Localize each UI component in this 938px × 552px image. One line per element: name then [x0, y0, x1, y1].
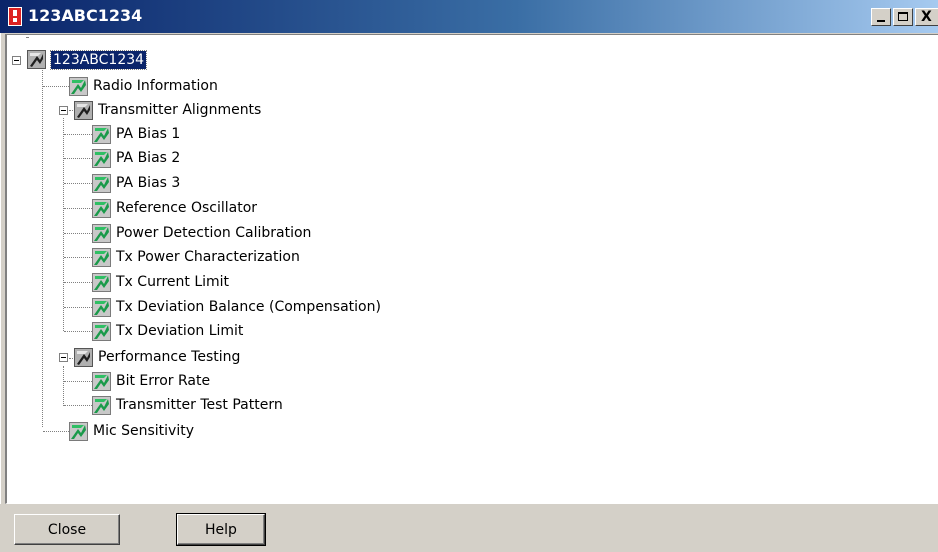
- minimize-button[interactable]: [871, 8, 891, 26]
- tree-item-power-detection-calibration[interactable]: Power Detection Calibration: [7, 221, 367, 245]
- alignment-gray-icon: [27, 50, 46, 69]
- alignment-green-icon: [92, 372, 111, 391]
- alignment-green-icon: [92, 273, 111, 292]
- alignment-green-icon: [92, 125, 111, 144]
- tree-item-label: Power Detection Calibration: [116, 225, 312, 241]
- tree-item-label: Tx Deviation Limit: [116, 323, 244, 339]
- tree-root-label: 123ABC1234: [49, 50, 148, 70]
- tree-item-label: Radio Information: [93, 78, 218, 94]
- tree-item-label: Tx Power Characterization: [116, 249, 300, 265]
- tree-item-mic-sensitivity[interactable]: Mic Sensitivity: [7, 419, 307, 443]
- alignment-tree[interactable]: 123ABC1234 Radio Information Transmitter…: [5, 34, 938, 504]
- collapse-icon[interactable]: [59, 353, 68, 362]
- maximize-icon: [898, 12, 908, 21]
- dialog-footer: Close Help: [0, 504, 938, 552]
- tree-item-transmitter-test-pattern[interactable]: Transmitter Test Pattern: [7, 393, 347, 417]
- maximize-button[interactable]: [893, 8, 913, 26]
- tree-item-label: Transmitter Test Pattern: [116, 397, 283, 413]
- tree-item-transmitter-alignments[interactable]: Transmitter Alignments: [7, 97, 327, 121]
- alignment-green-icon: [92, 199, 111, 218]
- alignment-green-icon: [92, 248, 111, 267]
- title-bar[interactable]: 123ABC1234 X: [0, 0, 938, 33]
- tree-item-radio-information[interactable]: Radio Information: [7, 73, 307, 97]
- window-title: 123ABC1234: [28, 6, 143, 25]
- alignment-green-icon: [92, 174, 111, 193]
- tree-item-tx-power-characterization[interactable]: Tx Power Characterization: [7, 245, 367, 269]
- tree-item-tx-deviation-balance[interactable]: Tx Deviation Balance (Compensation): [7, 295, 427, 319]
- window-close-button[interactable]: X: [915, 8, 938, 26]
- alignment-gray-icon: [74, 348, 93, 367]
- alignment-green-icon: [69, 77, 88, 96]
- tree-item-label: PA Bias 3: [116, 175, 181, 191]
- alignment-green-icon: [92, 298, 111, 317]
- tree-item-label: PA Bias 2: [116, 150, 181, 166]
- alignment-green-icon: [92, 149, 111, 168]
- alignment-green-icon: [92, 224, 111, 243]
- help-button[interactable]: Help: [176, 513, 266, 546]
- collapse-icon[interactable]: [59, 106, 68, 115]
- tree-item-pa-bias-1[interactable]: PA Bias 1: [7, 122, 307, 146]
- tree-item-label: Mic Sensitivity: [93, 423, 195, 439]
- tree-root-node[interactable]: 123ABC1234: [7, 49, 207, 73]
- tree-item-label: Tx Current Limit: [116, 274, 230, 290]
- tree-item-pa-bias-2[interactable]: PA Bias 2: [7, 146, 307, 170]
- close-button[interactable]: Close: [14, 514, 120, 545]
- alignment-green-icon: [69, 422, 88, 441]
- tree-item-label: Bit Error Rate: [116, 373, 211, 389]
- alignment-gray-icon: [74, 101, 93, 120]
- alignment-green-icon: [92, 322, 111, 341]
- tree-item-reference-oscillator[interactable]: Reference Oscillator: [7, 196, 327, 220]
- dialog-window: 123ABC1234 X 123ABC1234 Radio Informatio…: [0, 0, 938, 552]
- tree-item-tx-deviation-limit[interactable]: Tx Deviation Limit: [7, 319, 327, 343]
- alignment-green-icon: [92, 396, 111, 415]
- close-icon: X: [921, 9, 932, 25]
- tree-item-label: PA Bias 1: [116, 126, 181, 142]
- tree-item-label: Transmitter Alignments: [98, 102, 262, 118]
- tree-item-label: Tx Deviation Balance (Compensation): [116, 299, 381, 315]
- tree-item-label: Reference Oscillator: [116, 200, 258, 216]
- tree-item-pa-bias-3[interactable]: PA Bias 3: [7, 171, 307, 195]
- collapse-icon[interactable]: [12, 56, 21, 65]
- tree-connector: [26, 37, 28, 38]
- tree-item-bit-error-rate[interactable]: Bit Error Rate: [7, 369, 327, 393]
- minimize-icon: [877, 20, 885, 22]
- tree-item-tx-current-limit[interactable]: Tx Current Limit: [7, 270, 327, 294]
- radio-app-icon: [8, 7, 22, 26]
- tree-item-label: Performance Testing: [98, 349, 241, 365]
- tree-item-performance-testing[interactable]: Performance Testing: [7, 344, 327, 368]
